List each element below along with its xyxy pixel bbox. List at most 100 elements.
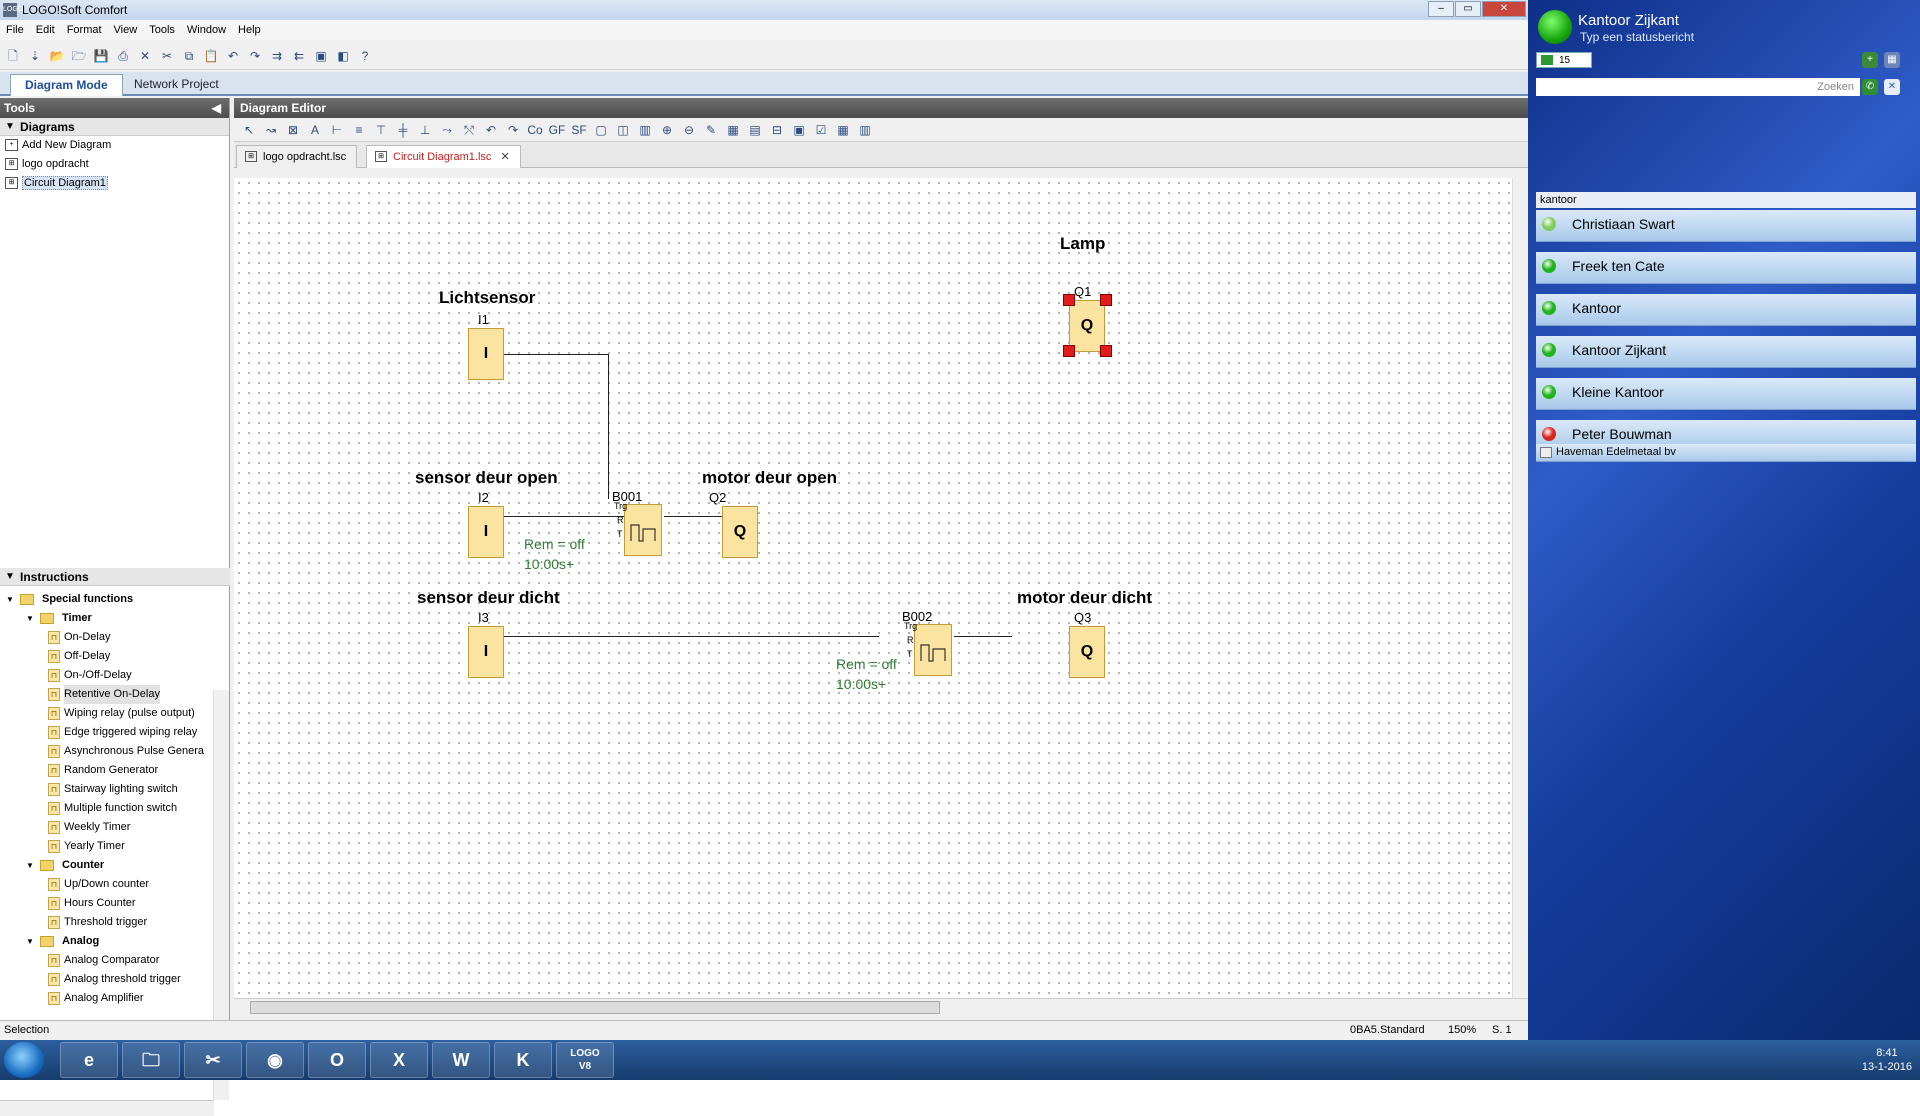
diagram-item-add-new[interactable]: + Add New Diagram	[0, 136, 229, 155]
tree-item[interactable]: ⊓ On-/Off-Delay	[0, 666, 214, 685]
contact-item[interactable]: Christiaan Swart	[1536, 210, 1916, 242]
collapse-panel-icon[interactable]: ◀	[212, 98, 221, 118]
align-center-icon[interactable]: ≡	[350, 121, 368, 139]
tree-item[interactable]: ⊓ Retentive On-Delay	[0, 685, 214, 704]
menu-window[interactable]: Window	[187, 20, 226, 40]
new-icon[interactable]: 🗋	[4, 47, 22, 65]
logo-v8-icon[interactable]: LOGO V8	[556, 1042, 614, 1078]
menu-file[interactable]: File	[6, 20, 24, 40]
page-view-2-icon[interactable]: ◫	[614, 121, 632, 139]
tree-item[interactable]: ⊓ Wiping relay (pulse output)	[0, 704, 214, 723]
system-tray[interactable]: 8:41 13-1-2016	[1862, 1046, 1912, 1074]
save-icon[interactable]: 💾	[92, 47, 110, 65]
constants-tool-icon[interactable]: ⊠	[284, 121, 302, 139]
search-input[interactable]: Zoeken	[1536, 78, 1860, 96]
select-tool-icon[interactable]: ↖	[240, 121, 258, 139]
calendar-icon[interactable]: ▦	[1884, 52, 1900, 68]
pin-t-b002[interactable]: T	[907, 649, 913, 659]
expand-toggle-icon[interactable]: ▼	[26, 609, 34, 628]
pc-to-logo-icon[interactable]: ⇉	[268, 47, 286, 65]
phone-icon[interactable]: ✆	[1862, 79, 1878, 95]
special-function-block-b002[interactable]	[914, 624, 952, 676]
align-top-icon[interactable]: ⊤	[372, 121, 390, 139]
diagram-canvas[interactable]: Lamp Lichtsensor sensor deur open motor …	[234, 178, 1512, 998]
gf-block-icon[interactable]: GF	[548, 121, 566, 139]
contact-item[interactable]: Freek ten Cate	[1536, 252, 1916, 284]
pin-trg-b002[interactable]: Trg	[904, 621, 917, 631]
page-view-1-icon[interactable]: ▢	[592, 121, 610, 139]
copy-icon[interactable]: ⧉	[180, 47, 198, 65]
sf-block-icon[interactable]: SF	[570, 121, 588, 139]
table-icon[interactable]: ▦	[834, 121, 852, 139]
online-test-icon[interactable]: ▣	[312, 47, 330, 65]
input-block-i1[interactable]: I	[468, 328, 504, 380]
zoom-in-icon[interactable]: ⊕	[658, 121, 676, 139]
tree-node-counter[interactable]: ▼ Counter	[0, 856, 214, 875]
pin-t-b001[interactable]: T	[617, 529, 623, 539]
special-function-block-b001[interactable]	[624, 504, 662, 556]
tree-item[interactable]: ⊓ Hours Counter	[0, 894, 214, 913]
pin-r-b001[interactable]: R	[617, 515, 624, 525]
presence-status-icon[interactable]	[1538, 10, 1572, 44]
menu-view[interactable]: View	[114, 20, 138, 40]
align-left-icon[interactable]: ⊢	[328, 121, 346, 139]
paste-icon[interactable]: 📋	[202, 47, 220, 65]
expand-toggle-icon[interactable]: ▼	[6, 590, 14, 609]
tree-item[interactable]: ⊓ Random Generator	[0, 761, 214, 780]
contact-item[interactable]: Kantoor Zijkant	[1536, 336, 1916, 368]
grid-icon[interactable]: ▦	[724, 121, 742, 139]
tree-item[interactable]: ⊓ Edge triggered wiping relay	[0, 723, 214, 742]
status-message[interactable]: Typ een statusbericht	[1580, 30, 1694, 44]
menu-tools[interactable]: Tools	[149, 20, 175, 40]
wire-i3-b002[interactable]	[474, 636, 879, 637]
join-connection-icon[interactable]: ⤲	[460, 121, 478, 139]
pin-trg-b001[interactable]: Trg	[614, 501, 627, 511]
tree-node-special-functions[interactable]: ▼ Special functions	[0, 590, 214, 609]
selection-handle-tl[interactable]	[1063, 294, 1075, 306]
expand-toggle-icon[interactable]: ▼	[26, 932, 34, 951]
download-icon[interactable]: ⇣	[26, 47, 44, 65]
layout-icon[interactable]: ▤	[746, 121, 764, 139]
menu-format[interactable]: Format	[67, 20, 102, 40]
contact-item[interactable]: Kantoor	[1536, 294, 1916, 326]
connect-tool-icon[interactable]: ↝	[262, 121, 280, 139]
monitor-icon[interactable]: ▣	[790, 121, 808, 139]
undo-icon[interactable]: ↶	[224, 47, 242, 65]
close-button[interactable]: ✕	[1482, 1, 1526, 17]
tree-item[interactable]: ⊓ Up/Down counter	[0, 875, 214, 894]
simulation-icon[interactable]: ◧	[334, 47, 352, 65]
menu-help[interactable]: Help	[238, 20, 261, 40]
undo-icon[interactable]: ↶	[482, 121, 500, 139]
close-tab-icon[interactable]: ✕	[500, 151, 509, 163]
tree-item[interactable]: ⊓ Yearly Timer	[0, 837, 214, 856]
instructions-section-header[interactable]: ▼ Instructions	[0, 568, 230, 586]
close-search-icon[interactable]: ✕	[1884, 79, 1900, 95]
diagram-item-circuit-diagram1[interactable]: ⊞ Circuit Diagram1	[0, 174, 229, 193]
explorer-icon[interactable]: 🗀	[122, 1042, 180, 1078]
split-icon[interactable]: ⊟	[768, 121, 786, 139]
contact-item[interactable]: Kleine Kantoor	[1536, 378, 1916, 410]
tree-item[interactable]: ⊓ On-Delay	[0, 628, 214, 647]
diagrams-section-header[interactable]: ▼ Diagrams	[0, 118, 229, 136]
tree-horizontal-scrollbar[interactable]	[0, 1100, 214, 1116]
k-icon[interactable]: K	[494, 1042, 552, 1078]
cut-connection-icon[interactable]: ⤳	[438, 121, 456, 139]
redo-icon[interactable]: ↷	[246, 47, 264, 65]
zoom-out-icon[interactable]: ⊖	[680, 121, 698, 139]
tree-item[interactable]: ⊓ Weekly Timer	[0, 818, 214, 837]
selection-handle-tr[interactable]	[1100, 294, 1112, 306]
snipping-icon[interactable]: ✂	[184, 1042, 242, 1078]
tree-node-analog[interactable]: ▼ Analog	[0, 932, 214, 951]
wire-b002-q3[interactable]	[954, 636, 1012, 637]
canvas-horizontal-scrollbar[interactable]	[234, 998, 1528, 1016]
input-block-i2[interactable]: I	[468, 506, 504, 558]
tree-item[interactable]: ⊓ Off-Delay	[0, 647, 214, 666]
delete-icon[interactable]: ✕	[136, 47, 154, 65]
tree-item[interactable]: ⊓ Threshold trigger	[0, 913, 214, 932]
diagram-item-logo-opdracht[interactable]: ⊞ logo opdracht	[0, 155, 229, 174]
selection-handle-bl[interactable]	[1063, 345, 1075, 357]
contact-company[interactable]: Haveman Edelmetaal bv	[1536, 444, 1916, 462]
output-block-q3[interactable]: Q	[1069, 626, 1105, 678]
context-help-icon[interactable]: ?	[356, 47, 374, 65]
start-button[interactable]	[4, 1042, 44, 1078]
